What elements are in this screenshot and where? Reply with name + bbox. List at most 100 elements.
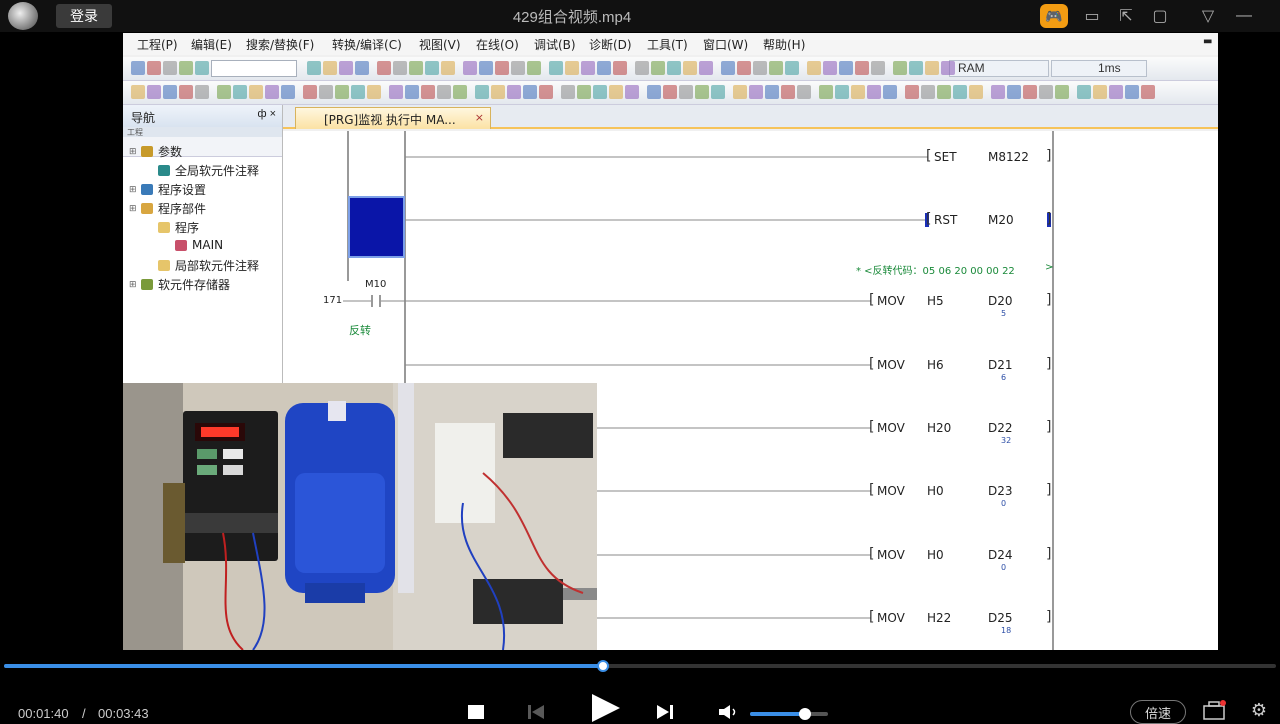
toolbar-button-icon[interactable] bbox=[651, 61, 665, 75]
toolbar-button-icon[interactable] bbox=[523, 85, 537, 99]
minimize-icon[interactable]: — bbox=[1232, 4, 1256, 28]
toolbar-button-icon[interactable] bbox=[163, 61, 177, 75]
toolbar-button-icon[interactable] bbox=[453, 85, 467, 99]
toolbar-button-icon[interactable] bbox=[527, 61, 541, 75]
folder-icon[interactable]: ▢ bbox=[1148, 4, 1172, 28]
previous-button[interactable] bbox=[526, 704, 546, 720]
toolbar-button-icon[interactable] bbox=[753, 61, 767, 75]
toolbar-button-icon[interactable] bbox=[179, 61, 193, 75]
pin-icon[interactable]: ⇱ bbox=[1114, 4, 1138, 28]
volume-handle[interactable] bbox=[798, 708, 811, 720]
gamepad-icon[interactable]: 🎮 bbox=[1040, 4, 1068, 28]
toolbar-button-icon[interactable] bbox=[1055, 85, 1069, 99]
toolbar-button-icon[interactable] bbox=[609, 85, 623, 99]
toolbar-button-icon[interactable] bbox=[883, 85, 897, 99]
toolbar-button-icon[interactable] bbox=[1007, 85, 1021, 99]
toolbar-button-icon[interactable] bbox=[593, 85, 607, 99]
toolbar-button-icon[interactable] bbox=[695, 85, 709, 99]
toolbar-button-icon[interactable] bbox=[565, 61, 579, 75]
nav-pin-close[interactable]: ф × bbox=[257, 108, 276, 120]
toolbar-button-icon[interactable] bbox=[797, 85, 811, 99]
toolbar-button-icon[interactable] bbox=[769, 61, 783, 75]
toolbar-button-icon[interactable] bbox=[635, 61, 649, 75]
toolbar-button-icon[interactable] bbox=[303, 85, 317, 99]
toolbar-button-icon[interactable] bbox=[319, 85, 333, 99]
toolbar-button-icon[interactable] bbox=[765, 85, 779, 99]
toolbar-button-icon[interactable] bbox=[377, 61, 391, 75]
toolbar-button-icon[interactable] bbox=[249, 85, 263, 99]
tree-item-5[interactable]: MAIN bbox=[163, 238, 223, 252]
toolbar-button-icon[interactable] bbox=[475, 85, 489, 99]
toolbar-button-icon[interactable] bbox=[1109, 85, 1123, 99]
toolbar-button-icon[interactable] bbox=[733, 85, 747, 99]
toolbar-button-icon[interactable] bbox=[479, 61, 493, 75]
menu-view[interactable]: 视图(V) bbox=[419, 36, 461, 53]
menu-project[interactable]: 工程(P) bbox=[137, 36, 178, 53]
toolbar-button-icon[interactable] bbox=[855, 61, 869, 75]
toolbar-button-icon[interactable] bbox=[393, 61, 407, 75]
toolbar-button-icon[interactable] bbox=[421, 85, 435, 99]
tree-item-6[interactable]: 局部软元件注释 bbox=[146, 257, 259, 274]
toolbar-button-icon[interactable] bbox=[233, 85, 247, 99]
volume-button[interactable] bbox=[718, 704, 738, 720]
screenshot-icon[interactable]: ▭ bbox=[1080, 4, 1104, 28]
seek-bar-handle[interactable] bbox=[596, 660, 609, 672]
toolbar-button-icon[interactable] bbox=[307, 61, 321, 75]
toolbar-button-icon[interactable] bbox=[195, 85, 209, 99]
toolbar-button-icon[interactable] bbox=[667, 61, 681, 75]
toolbar-button-icon[interactable] bbox=[711, 85, 725, 99]
toolbar-button-icon[interactable] bbox=[281, 85, 295, 99]
toolbar-button-icon[interactable] bbox=[265, 85, 279, 99]
toolbar-button-icon[interactable] bbox=[823, 61, 837, 75]
toolbar-button-icon[interactable] bbox=[339, 61, 353, 75]
menu-edit[interactable]: 编辑(E) bbox=[191, 36, 232, 53]
toolbar-button-icon[interactable] bbox=[179, 85, 193, 99]
toolbar-button-icon[interactable] bbox=[539, 85, 553, 99]
toolbar-button-icon[interactable] bbox=[941, 61, 955, 75]
tree-item-2[interactable]: ⊞ 程序设置 bbox=[129, 181, 206, 198]
tree-item-3[interactable]: ⊞ 程序部件 bbox=[129, 200, 206, 217]
toolbar-button-icon[interactable] bbox=[491, 85, 505, 99]
toolbar-select[interactable] bbox=[211, 60, 297, 77]
tab-main-program[interactable]: [PRG]监视 执行中 MA... × bbox=[295, 107, 491, 129]
tree-expander-icon[interactable]: ⊞ bbox=[129, 280, 141, 290]
toolbar-button-icon[interactable] bbox=[581, 61, 595, 75]
tree-item-1[interactable]: 全局软元件注释 bbox=[146, 162, 259, 179]
toolbar-button-icon[interactable] bbox=[561, 85, 575, 99]
menu-window[interactable]: 窗口(W) bbox=[703, 36, 748, 53]
toolbar-button-icon[interactable] bbox=[217, 85, 231, 99]
toolbar-button-icon[interactable] bbox=[147, 61, 161, 75]
tab-close-icon[interactable]: × bbox=[475, 111, 484, 124]
toolbar-button-icon[interactable] bbox=[441, 61, 455, 75]
toolbar-button-icon[interactable] bbox=[905, 85, 919, 99]
menu-dropdown-icon[interactable]: ▽ bbox=[1196, 4, 1220, 28]
toolbar-button-icon[interactable] bbox=[679, 85, 693, 99]
toolbar-button-icon[interactable] bbox=[463, 61, 477, 75]
menu-debug[interactable]: 调试(B) bbox=[534, 36, 576, 53]
toolbar-button-icon[interactable] bbox=[807, 61, 821, 75]
tree-item-0[interactable]: ⊞ 参数 bbox=[129, 143, 182, 160]
toolbar-button-icon[interactable] bbox=[937, 85, 951, 99]
toolbar-button-icon[interactable] bbox=[721, 61, 735, 75]
toolbar-button-icon[interactable] bbox=[351, 85, 365, 99]
toolbar-button-icon[interactable] bbox=[737, 61, 751, 75]
toolbar-button-icon[interactable] bbox=[405, 85, 419, 99]
toolbar-button-icon[interactable] bbox=[367, 85, 381, 99]
menu-help[interactable]: 帮助(H) bbox=[763, 36, 805, 53]
toolbar-button-icon[interactable] bbox=[613, 61, 627, 75]
toolbar-button-icon[interactable] bbox=[969, 85, 983, 99]
toolbar-button-icon[interactable] bbox=[409, 61, 423, 75]
toolbar-button-icon[interactable] bbox=[511, 61, 525, 75]
toolbar-button-icon[interactable] bbox=[921, 85, 935, 99]
toolbar-button-icon[interactable] bbox=[867, 85, 881, 99]
toolbar-button-icon[interactable] bbox=[839, 61, 853, 75]
toolbar-button-icon[interactable] bbox=[699, 61, 713, 75]
toolbar-button-icon[interactable] bbox=[625, 85, 639, 99]
volume-slider[interactable] bbox=[750, 708, 828, 720]
toolbar-button-icon[interactable] bbox=[495, 61, 509, 75]
seek-bar[interactable] bbox=[4, 660, 1276, 672]
menu-online[interactable]: 在线(O) bbox=[476, 36, 519, 53]
toolbar-button-icon[interactable] bbox=[647, 85, 661, 99]
toolbar-button-icon[interactable] bbox=[909, 61, 923, 75]
toolbar-button-icon[interactable] bbox=[819, 85, 833, 99]
